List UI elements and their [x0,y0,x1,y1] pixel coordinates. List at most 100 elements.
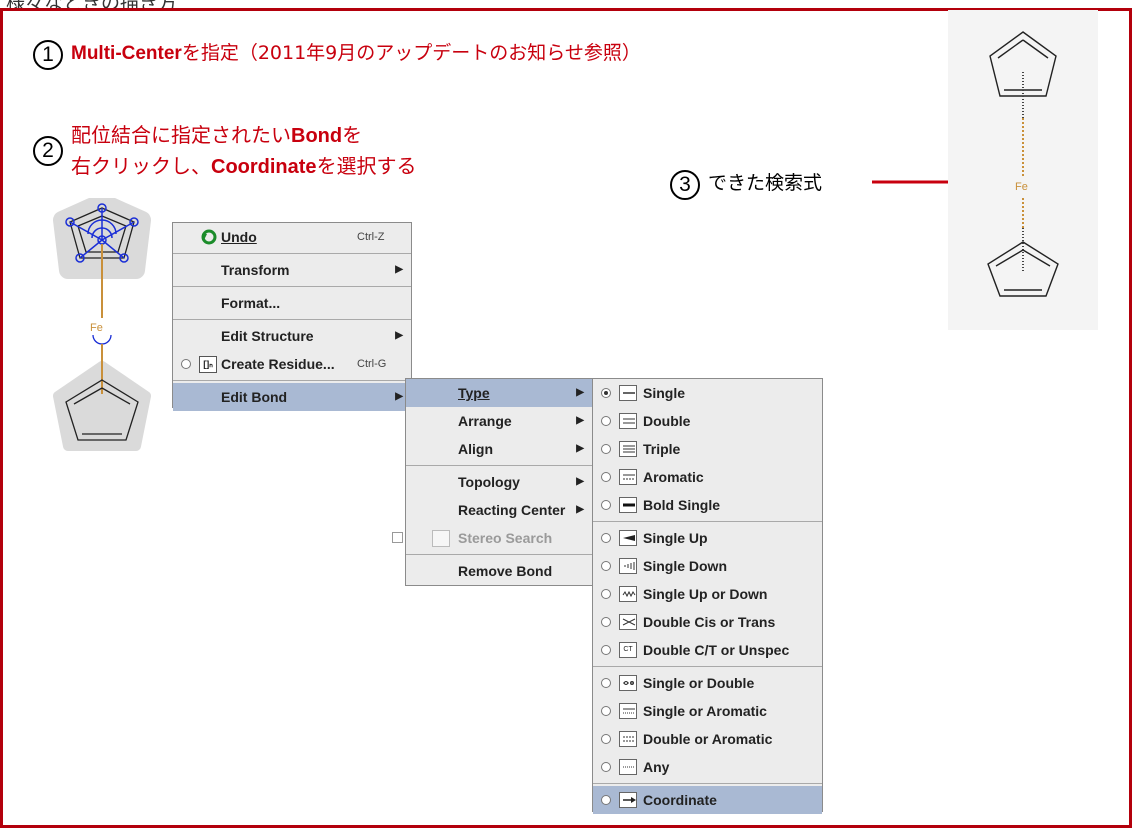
menu-item-double-or-aromatic[interactable]: Double or Aromatic [593,725,822,753]
menu-item-double-cis-or-trans[interactable]: Double Cis or Trans [593,608,822,636]
single-or-aromatic-icon [619,703,637,719]
single-bond-icon [619,385,637,401]
step-2-text: 右クリックし、 [71,154,211,178]
menu-item-label: Double or Aromatic [643,731,773,747]
fe-atom-label: Fe [1015,181,1028,193]
wavy-bond-icon [619,586,637,602]
menu-item-double-c-t-or-unspec[interactable]: CT Double C/T or Unspec [593,636,822,664]
step-2-keyword: Coordinate [211,156,317,178]
radio-icon [601,388,611,398]
menu-item-label: Triple [643,441,681,457]
menu-item-single-or-double[interactable]: Single or Double [593,669,822,697]
menu-item-single-up-or-down[interactable]: Single Up or Down [593,580,822,608]
menu-separator [593,783,822,784]
menu-item-triple[interactable]: Triple [593,435,822,463]
radio-icon [601,533,611,543]
step-number: 1 [33,40,63,70]
step-1-keyword: Multi-Center [71,43,182,64]
radio-icon [601,561,611,571]
step-2-keyword: Bond [291,125,343,147]
submenu-arrow-icon: ▶ [395,391,403,402]
menu-separator [173,286,411,287]
step-number: 3 [670,170,700,200]
radio-icon [601,706,611,716]
menu-item-type[interactable]: Type ▶ [406,379,592,407]
radio-icon [601,795,611,805]
menu-item-label: Any [643,759,670,775]
menu-item-remove-bond[interactable]: Remove Bond [406,557,592,585]
residue-icon: []ₙ [199,356,217,373]
menu-item-double[interactable]: Double [593,407,822,435]
wedge-down-icon [619,558,637,574]
menu-item-stereo-search: Stereo Search [392,524,592,552]
ferrocene-result-structure: Fe [948,10,1098,330]
step-number: 2 [33,136,63,166]
bold-single-bond-icon [619,497,637,513]
menu-item-edit-structure[interactable]: Edit Structure ▶ [173,322,411,350]
menu-item-label: Aromatic [643,469,704,485]
radio-icon [601,678,611,688]
radio-icon [601,589,611,599]
radio-icon [601,444,611,454]
menu-item-reacting-center[interactable]: Reacting Center ▶ [406,496,592,524]
menu-item-single-down[interactable]: Single Down [593,552,822,580]
menu-item-transform[interactable]: Transform ▶ [173,256,411,284]
step-2-text: を選択する [316,154,417,178]
menu-item-label: Single or Double [643,675,755,691]
checkbox-icon [392,532,403,543]
any-bond-icon [619,759,637,775]
menu-item-create-residue[interactable]: []ₙ Create Residue... Ctrl-G [173,350,411,378]
undo-icon [201,229,217,245]
triple-bond-icon [619,441,637,457]
menu-item-align[interactable]: Align ▶ [406,435,592,463]
cis-trans-icon [619,614,637,630]
menu-separator [593,666,822,667]
submenu-arrow-icon: ▶ [576,476,584,487]
menu-item-single-up[interactable]: Single Up [593,524,822,552]
menu-item-arrange[interactable]: Arrange ▶ [406,407,592,435]
step-3-text: できた検索式 [708,172,823,194]
step-1: 1 Multi-Centerを指定（2011年9月のアップデートのお知らせ参照） [33,40,641,70]
menu-item-edit-bond[interactable]: Edit Bond ▶ [173,383,411,411]
menu-item-any[interactable]: Any [593,753,822,781]
ferrocene-editing-structure[interactable]: Fe [52,198,162,458]
step-2: 2 配位結合に指定されたいBondを 右クリックし、Coordinateを選択す… [33,120,417,182]
bond-selection-arc [92,334,112,345]
submenu-arrow-icon: ▶ [395,330,403,341]
menu-item-label: Single Down [643,558,727,574]
radio-icon [601,472,611,482]
step-2-text: を [342,123,363,147]
menu-item-single-or-aromatic[interactable]: Single or Aromatic [593,697,822,725]
menu-item-format[interactable]: Format... [173,289,411,317]
menu-item-topology[interactable]: Topology ▶ [406,468,592,496]
radio-icon [601,734,611,744]
menu-item-label: Single or Aromatic [643,703,767,719]
menu-item-aromatic[interactable]: Aromatic [593,463,822,491]
radio-icon [601,500,611,510]
single-or-double-icon [619,675,637,691]
double-bond-icon [619,413,637,429]
menu-item-label: Bold Single [643,497,720,513]
aromatic-bond-icon [619,469,637,485]
submenu-arrow-icon: ▶ [576,443,584,454]
menu-item-single[interactable]: Single [593,379,822,407]
menu-item-bold-single[interactable]: Bold Single [593,491,822,519]
context-menu: Undo Ctrl-Z Transform ▶ Format... Edit S… [172,222,412,411]
menu-item-undo[interactable]: Undo Ctrl-Z [173,223,411,251]
menu-separator [406,554,592,555]
coordinate-bond-icon [619,792,637,808]
radio-icon [601,762,611,772]
submenu-arrow-icon: ▶ [576,504,584,515]
double-or-aromatic-icon [619,731,637,747]
radio-icon [601,416,611,426]
wedge-up-icon [619,530,637,546]
fe-atom-label: Fe [90,322,103,334]
submenu-arrow-icon: ▶ [395,264,403,275]
ct-unspec-icon: CT [619,642,637,658]
radio-icon [601,617,611,627]
menu-separator [173,319,411,320]
submenu-arrow-icon: ▶ [576,387,584,398]
radio-icon [601,645,611,655]
step-3: 3 できた検索式 [670,170,822,200]
bond-type-submenu: Single Double Triple Aromatic Bold Single Sin… [592,378,823,814]
